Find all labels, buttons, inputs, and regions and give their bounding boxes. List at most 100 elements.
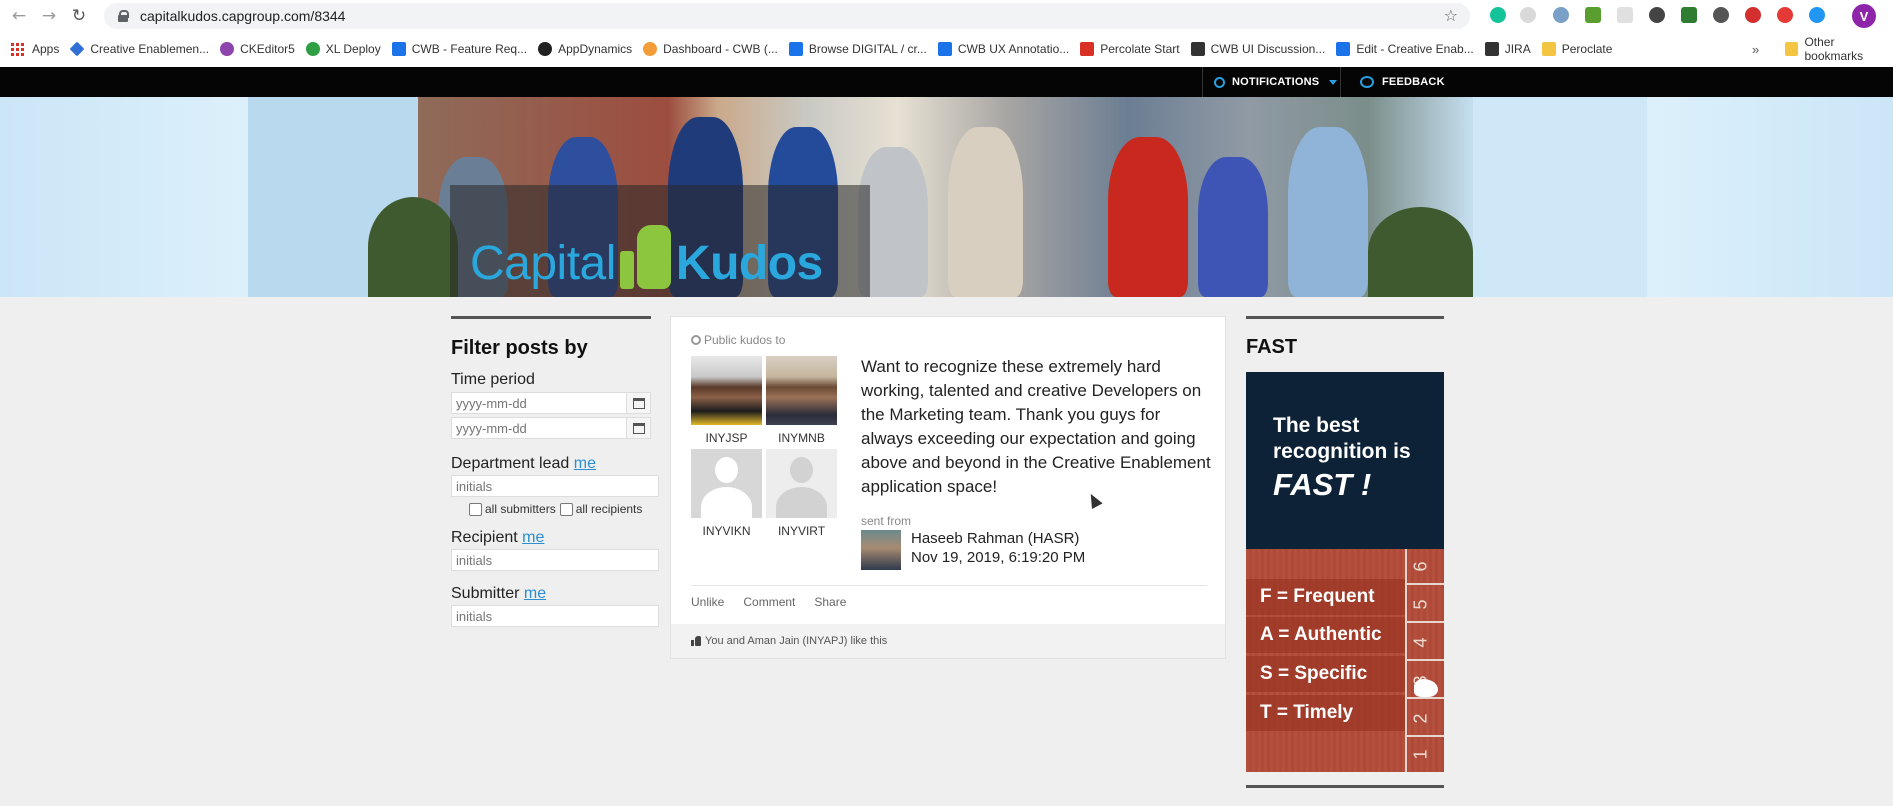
extension-icon[interactable] [1713,7,1729,23]
likes-bar: You and Aman Jain (INYAPJ) like this [671,624,1225,658]
grammarly-extension-icon[interactable] [1490,7,1506,23]
capital-kudos-logo[interactable]: Capital Kudos [470,225,823,291]
bookmark-item[interactable]: Edit - Creative Enab... [1336,42,1474,56]
bookmark-item[interactable]: CWB - Feature Req... [391,42,527,56]
recipient-name[interactable]: INYVIRT [766,524,837,538]
other-bookmarks[interactable]: Other bookmarks [1785,35,1893,63]
bookmarks-bar: Apps Creative Enablemen... CKEditor5 XL … [0,36,1893,62]
acronym-frequent: F = Frequent [1260,586,1375,607]
photo-figure [368,197,458,297]
adblock-icon[interactable] [1745,7,1761,23]
track-lane-line [1405,659,1444,661]
extension-icon[interactable] [1617,7,1633,23]
extension-icon[interactable] [1809,7,1825,23]
bookmark-favicon-icon [788,42,803,56]
bookmark-item[interactable]: Creative Enablemen... [69,41,209,57]
department-lead-label: Department lead me [451,455,596,472]
recipient-avatar-placeholder[interactable] [691,449,762,518]
recipient-name[interactable]: INYMNB [766,431,837,445]
folder-icon [1541,42,1556,56]
lane-number: 2 [1410,713,1431,724]
divider [1340,67,1341,97]
extension-icon[interactable] [1520,7,1536,23]
site-topbar: NOTIFICATIONS FEEDBACK [0,67,1893,97]
bookmark-item[interactable]: Peroclate [1541,42,1612,56]
fast-tagline-2: recognition is [1273,440,1411,463]
extension-icon[interactable] [1585,7,1601,23]
department-lead-input[interactable] [451,475,659,497]
bookmark-favicon-icon [391,42,406,56]
fast-sidebar: FAST The best recognition is FAST ! 6 5 … [1246,316,1444,788]
extension-icon[interactable] [1777,7,1793,23]
share-button[interactable]: Share [814,595,846,609]
back-icon[interactable]: ← [8,5,30,27]
sender-info: Haseeb Rahman (HASR) Nov 19, 2019, 6:19:… [911,529,1085,567]
recipient-avatar-placeholder[interactable] [766,449,837,518]
acronym-timely: T = Timely [1260,702,1354,723]
bookmark-apps[interactable]: Apps [11,42,59,56]
track-lane-line [1405,583,1444,585]
bookmark-star-icon[interactable]: ☆ [1444,6,1458,25]
date-from-input[interactable] [451,392,627,414]
notifications-menu[interactable]: NOTIFICATIONS [1214,67,1338,97]
bookmark-favicon-icon [69,41,85,57]
recipient-avatar[interactable] [766,356,837,425]
visibility-label: Public kudos to [691,333,785,347]
bookmark-favicon-icon [643,42,658,56]
recipient-avatar[interactable] [691,356,762,425]
date-to-row [451,417,651,439]
apps-grid-icon [11,42,24,56]
comment-button[interactable]: Comment [743,595,795,609]
reload-icon[interactable]: ↻ [68,5,90,27]
bookmark-item[interactable]: CKEditor5 [220,42,295,56]
filter-title: Filter posts by [451,337,588,359]
recipient-input[interactable] [451,549,659,571]
unlike-button[interactable]: Unlike [691,595,724,609]
fast-promo-header: The best recognition is FAST ! [1246,372,1444,549]
sender-avatar[interactable] [861,530,901,570]
date-to-input[interactable] [451,417,627,439]
recipient-name[interactable]: INYVIKN [691,524,762,538]
recipient-me-link[interactable]: me [522,529,544,546]
bookmark-item[interactable]: AppDynamics [538,42,632,56]
submitter-me-link[interactable]: me [524,585,546,602]
profile-avatar[interactable]: V [1852,4,1876,28]
bookmark-favicon-icon [220,42,235,56]
omnibar: ← → ↻ capitalkudos.capgroup.com/8344 ☆ V [0,0,1893,32]
recipient-name[interactable]: INYJSP [691,431,762,445]
bookmark-item[interactable]: Browse DIGITAL / cr... [788,42,927,56]
post-actions: Unlike Comment Share [691,595,846,609]
sender-name[interactable]: Haseeb Rahman (HASR) [911,529,1085,548]
bookmark-item[interactable]: CWB UI Discussion... [1190,42,1325,56]
date-from-picker-button[interactable] [627,392,651,414]
extension-icon[interactable] [1681,7,1697,23]
department-lead-me-link[interactable]: me [574,455,596,472]
bookmark-item[interactable]: Percolate Start [1080,42,1180,56]
person-silhouette-icon [715,457,738,483]
divider [1246,316,1444,319]
submitter-input[interactable] [451,605,659,627]
bookmark-favicon-icon [1484,42,1499,56]
bookmark-item[interactable]: Dashboard - CWB (... [643,42,778,56]
more-bookmarks-button[interactable]: » [1752,42,1759,57]
acronym-authentic: A = Authentic [1260,624,1382,645]
address-bar[interactable]: capitalkudos.capgroup.com/8344 ☆ [104,3,1470,29]
banner-edge [0,97,248,297]
bookmark-item[interactable]: CWB UX Annotatio... [937,42,1069,56]
extension-icon[interactable] [1649,7,1665,23]
kudos-post-card: Public kudos to INYJSP INYMNB INYVIKN IN… [670,316,1226,659]
bookmark-item[interactable]: XL Deploy [305,42,381,56]
all-submitters-checkbox[interactable] [469,502,482,516]
bookmark-favicon-icon [305,42,320,56]
likes-text: You and Aman Jain (INYAPJ) like this [705,635,888,647]
date-to-picker-button[interactable] [627,417,651,439]
all-recipients-checkbox[interactable] [559,502,573,516]
feedback-link[interactable]: FEEDBACK [1360,67,1445,97]
extension-icon[interactable] [1553,7,1569,23]
bookmark-favicon-icon [538,42,553,56]
forward-icon[interactable]: → [38,5,60,27]
person-silhouette-icon [790,457,813,483]
lane-number: 5 [1410,599,1431,610]
bookmark-item[interactable]: JIRA [1484,42,1531,56]
banner-edge [1647,97,1893,297]
